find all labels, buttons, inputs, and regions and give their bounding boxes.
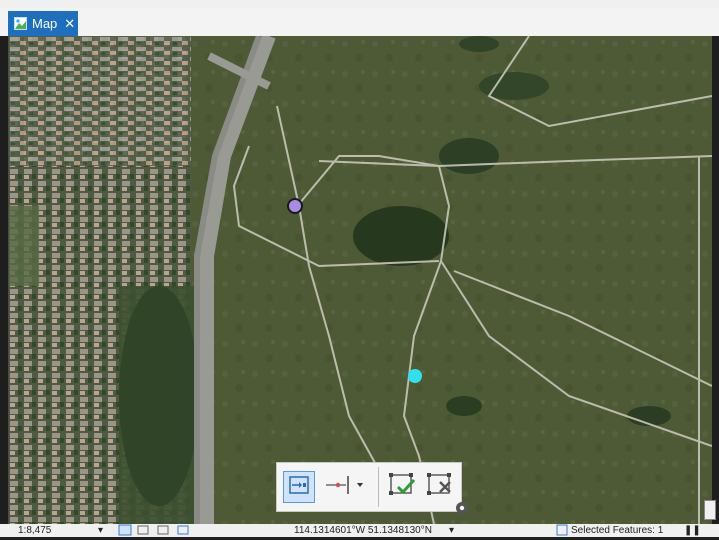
gear-icon [455,502,469,519]
layout-view-icons[interactable] [118,524,198,540]
status-bar: 1:8,475 ▾ 114.1314601°W 51.1348130°N ▾ S… [0,524,719,537]
toolbar-settings-button[interactable] [455,501,469,515]
close-tab-icon[interactable]: ✕ [64,16,75,32]
map-icon [14,17,27,30]
vertex-split-icon [324,474,364,501]
pause-drawing-button[interactable]: ❚❚ [684,524,701,537]
tab-map[interactable]: Map ✕ [8,11,78,36]
finish-sketch-icon [388,472,416,503]
scale-dropdown-icon[interactable]: ▾ [98,524,103,537]
coordinate-format-dropdown-icon[interactable]: ▾ [449,524,454,537]
selected-vertex-purple [287,198,303,214]
coordinate-readout: 114.1314601°W 51.1348130°N [294,525,432,536]
tab-map-label: Map [32,16,58,31]
scale-value[interactable]: 1:8,475 [18,524,51,537]
map-scroll-handle[interactable] [704,500,716,520]
sketch-toolbar [276,462,468,514]
selected-features-icon [556,524,568,540]
cancel-sketch-icon [426,472,454,503]
selected-vertex-cyan [408,369,422,383]
vertex-split-button[interactable] [321,471,367,503]
selected-features-count[interactable]: Selected Features: 1 [571,524,663,537]
tab-bar: Map ✕ [0,8,719,36]
snap-to-feature-icon [288,474,310,501]
map-view[interactable] [8,36,712,524]
finish-sketch-button[interactable] [385,471,419,503]
satellite-imagery[interactable] [9,36,712,524]
snap-to-feature-button[interactable] [283,471,315,503]
cancel-sketch-button[interactable] [423,471,457,503]
